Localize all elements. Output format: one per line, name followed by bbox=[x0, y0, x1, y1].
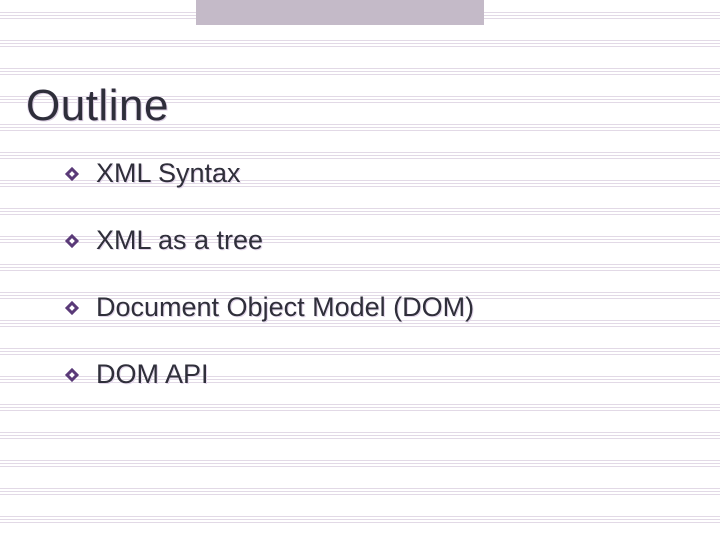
list-item: DOM API bbox=[64, 359, 664, 390]
list-item-label: XML as a tree bbox=[96, 225, 263, 256]
list-item-label: Document Object Model (DOM) bbox=[96, 292, 474, 323]
slide-title: Outline bbox=[26, 81, 169, 131]
diamond-bullet-icon bbox=[64, 166, 80, 182]
list-item-label: XML Syntax bbox=[96, 158, 241, 189]
bullet-list: XML Syntax XML as a tree Document Object… bbox=[64, 158, 664, 426]
diamond-bullet-icon bbox=[64, 300, 80, 316]
top-accent-bar bbox=[196, 0, 484, 25]
list-item-label: DOM API bbox=[96, 359, 209, 390]
list-item: XML as a tree bbox=[64, 225, 664, 256]
diamond-bullet-icon bbox=[64, 233, 80, 249]
diamond-bullet-icon bbox=[64, 367, 80, 383]
list-item: XML Syntax bbox=[64, 158, 664, 189]
list-item: Document Object Model (DOM) bbox=[64, 292, 664, 323]
